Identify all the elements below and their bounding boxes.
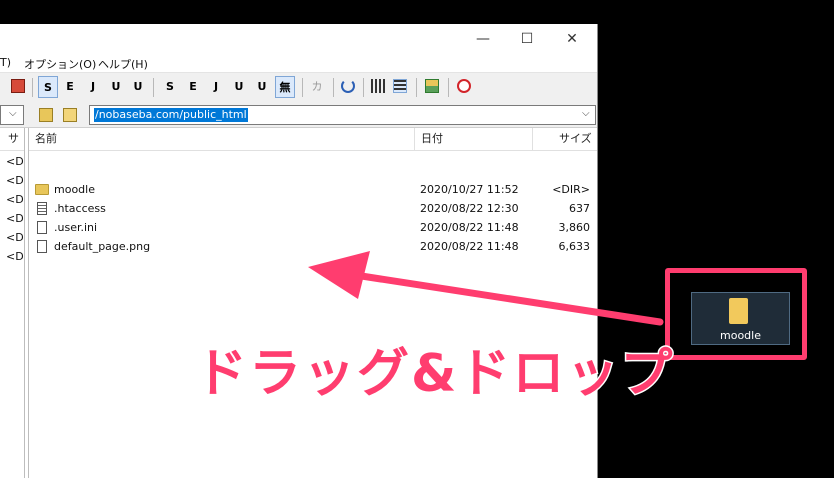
toolbar: S E J U U S E J U U 無 カナ <box>0 72 597 115</box>
table-row[interactable]: .user.ini 2020/08/22 11:48 3,860 <box>29 218 597 237</box>
toolbar-separator <box>333 78 334 97</box>
no-convert-button[interactable]: 無 <box>275 76 295 98</box>
parent-folder-icon[interactable] <box>39 108 53 122</box>
local-utf8bom-button[interactable]: U <box>253 76 271 98</box>
menu-item-options[interactable]: オプション(O) <box>24 56 96 72</box>
menu-item-partial[interactable]: T) <box>0 56 11 69</box>
file-icon <box>37 221 47 234</box>
local-jis-button[interactable]: J <box>207 76 225 98</box>
close-button[interactable]: ✕ <box>552 28 592 50</box>
remote-path-input[interactable]: /nobaseba.com/public_html ⌵ <box>89 105 596 125</box>
file-icon <box>37 240 47 253</box>
toolbar-separator <box>416 78 417 97</box>
folder-icon <box>729 298 748 324</box>
table-row[interactable]: .htaccess 2020/08/22 12:30 637 <box>29 199 597 218</box>
drag-arrow-icon <box>308 251 664 326</box>
local-size-cell: <D <box>6 193 24 206</box>
arrow-head <box>308 251 370 299</box>
jis-button[interactable]: J <box>84 76 102 98</box>
name-column-header[interactable]: 名前 <box>29 128 415 150</box>
local-size-cell: <D <box>6 174 24 187</box>
file-date: 2020/08/22 12:30 <box>420 202 519 215</box>
menu-bar: T) オプション(O) ヘルプ(H) <box>0 54 597 72</box>
chevron-down-icon: ⌵ <box>9 108 17 119</box>
local-utf8-button[interactable]: U <box>230 76 248 98</box>
minimize-button[interactable]: — <box>463 28 503 50</box>
euc-button[interactable]: E <box>61 76 79 98</box>
file-size: 637 <box>569 202 590 215</box>
toolbar-separator <box>363 78 364 97</box>
local-sjis-button[interactable]: S <box>161 76 179 98</box>
detail-view-icon[interactable] <box>393 79 407 93</box>
maximize-button[interactable]: ☐ <box>507 28 547 50</box>
toolbar-separator <box>32 78 33 97</box>
file-date: 2020/10/27 11:52 <box>420 183 519 196</box>
toolbar-separator <box>302 78 303 97</box>
kana-button[interactable]: カナ <box>307 76 327 115</box>
toolbar-separator <box>153 78 154 97</box>
size-column-header[interactable]: サ <box>8 128 19 150</box>
address-bar: ⌵ /nobaseba.com/public_html ⌵ <box>0 103 597 128</box>
connect-icon[interactable] <box>11 79 25 93</box>
local-size-cell: <D <box>6 212 24 225</box>
table-row[interactable]: moodle 2020/10/27 11:52 <DIR> <box>29 180 597 199</box>
sync-folder-icon[interactable] <box>425 79 439 93</box>
refresh-icon[interactable] <box>341 79 355 93</box>
file-name: .htaccess <box>54 202 106 215</box>
title-bar: — ☐ ✕ <box>0 24 597 54</box>
sjis-button[interactable]: S <box>38 76 58 98</box>
arrow-shaft <box>351 271 664 326</box>
local-size-cell: <D <box>6 231 24 244</box>
local-path-dropdown[interactable]: ⌵ <box>0 105 24 125</box>
local-header[interactable]: サ <box>0 128 24 151</box>
file-name: .user.ini <box>54 221 98 234</box>
file-date: 2020/08/22 11:48 <box>420 221 519 234</box>
file-size: 3,860 <box>558 221 591 234</box>
text-file-icon <box>37 202 47 215</box>
date-column-header[interactable]: 日付 <box>415 128 533 150</box>
list-view-icon[interactable] <box>371 79 385 93</box>
desktop-folder-label: moodle <box>720 329 761 342</box>
toolbar-separator <box>448 78 449 97</box>
file-name: moodle <box>54 183 95 196</box>
column-headers: 名前 日付 サイズ <box>29 128 597 151</box>
utf8bom-button[interactable]: U <box>129 76 147 98</box>
local-euc-button[interactable]: E <box>184 76 202 98</box>
remote-path-text: /nobaseba.com/public_html <box>94 108 248 122</box>
chevron-down-icon[interactable]: ⌵ <box>582 108 590 119</box>
open-folder-icon[interactable] <box>63 108 77 122</box>
folder-icon <box>35 184 49 195</box>
menu-item-help[interactable]: ヘルプ(H) <box>98 56 148 72</box>
desktop-folder-moodle[interactable]: moodle <box>691 292 790 345</box>
utf8-button[interactable]: U <box>107 76 125 98</box>
local-size-cell: <D <box>6 155 24 168</box>
local-file-list[interactable]: サ <D <D <D <D <D <D <box>0 128 25 478</box>
stop-icon[interactable] <box>457 79 471 93</box>
file-name: default_page.png <box>54 240 151 253</box>
local-size-cell: <D <box>6 250 24 263</box>
file-size: <DIR> <box>552 183 590 196</box>
drag-drop-caption: ドラッグ&ドロップ <box>193 343 675 406</box>
size-column-header[interactable]: サイズ <box>533 128 597 150</box>
